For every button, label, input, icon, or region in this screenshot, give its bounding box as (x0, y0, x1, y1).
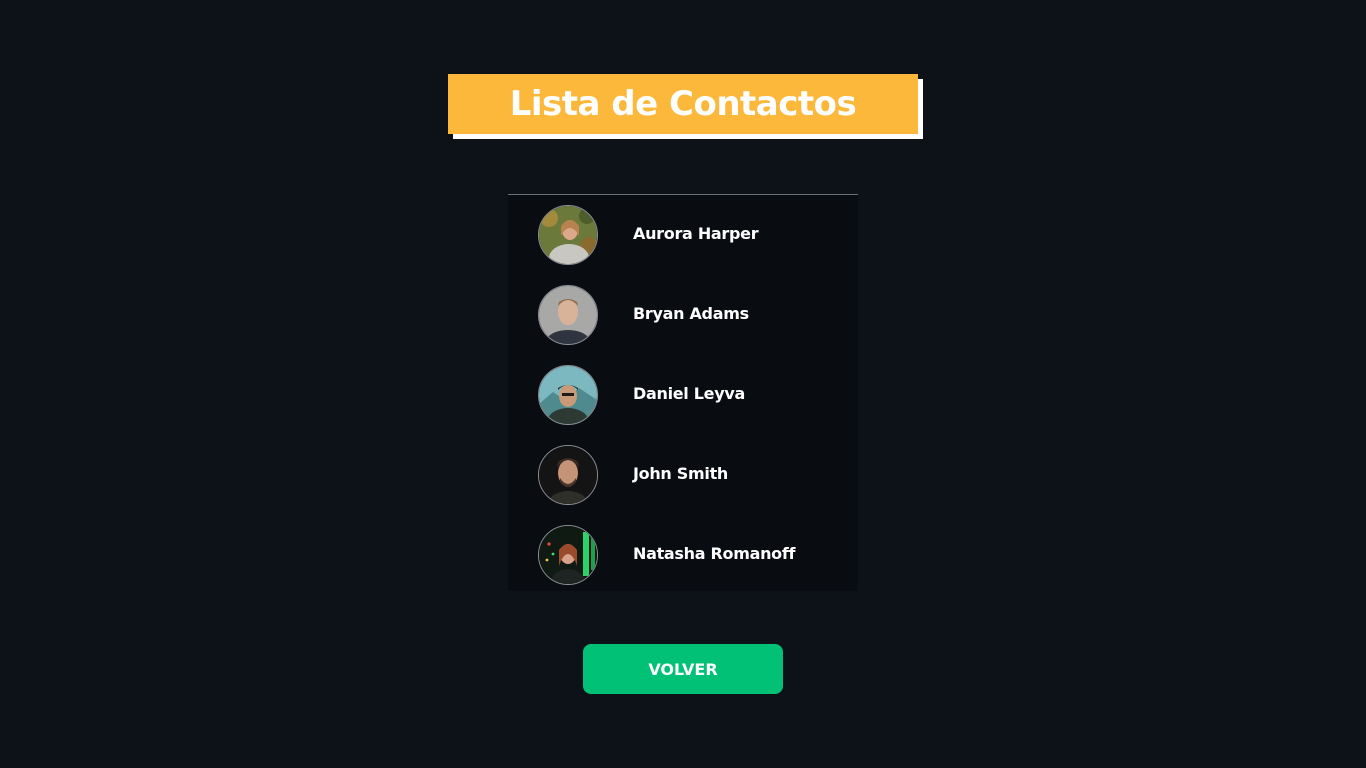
contact-list: Aurora Harper Bryan Adams Daniel Leyva J… (508, 194, 858, 591)
contact-name: Daniel Leyva (633, 384, 745, 403)
contacts-page: Lista de Contactos Aurora Harper Bryan A… (0, 0, 1366, 768)
avatar (538, 445, 598, 505)
page-title: Lista de Contactos (509, 84, 857, 124)
contact-name: Aurora Harper (633, 224, 759, 243)
avatar (538, 525, 598, 585)
contact-item[interactable]: Bryan Adams (508, 275, 858, 355)
back-button[interactable]: VOLVER (583, 644, 783, 694)
title-box: Lista de Contactos (448, 74, 918, 134)
contact-item[interactable]: Natasha Romanoff (508, 515, 858, 595)
contact-item[interactable]: Aurora Harper (508, 195, 858, 275)
contact-name: John Smith (633, 464, 729, 483)
avatar (538, 365, 598, 425)
contact-name: Natasha Romanoff (633, 544, 796, 563)
contact-item[interactable]: Daniel Leyva (508, 355, 858, 435)
page-title-banner: Lista de Contactos (448, 74, 923, 139)
avatar (538, 285, 598, 345)
contact-name: Bryan Adams (633, 304, 749, 323)
avatar (538, 205, 598, 265)
contact-item[interactable]: John Smith (508, 435, 858, 515)
